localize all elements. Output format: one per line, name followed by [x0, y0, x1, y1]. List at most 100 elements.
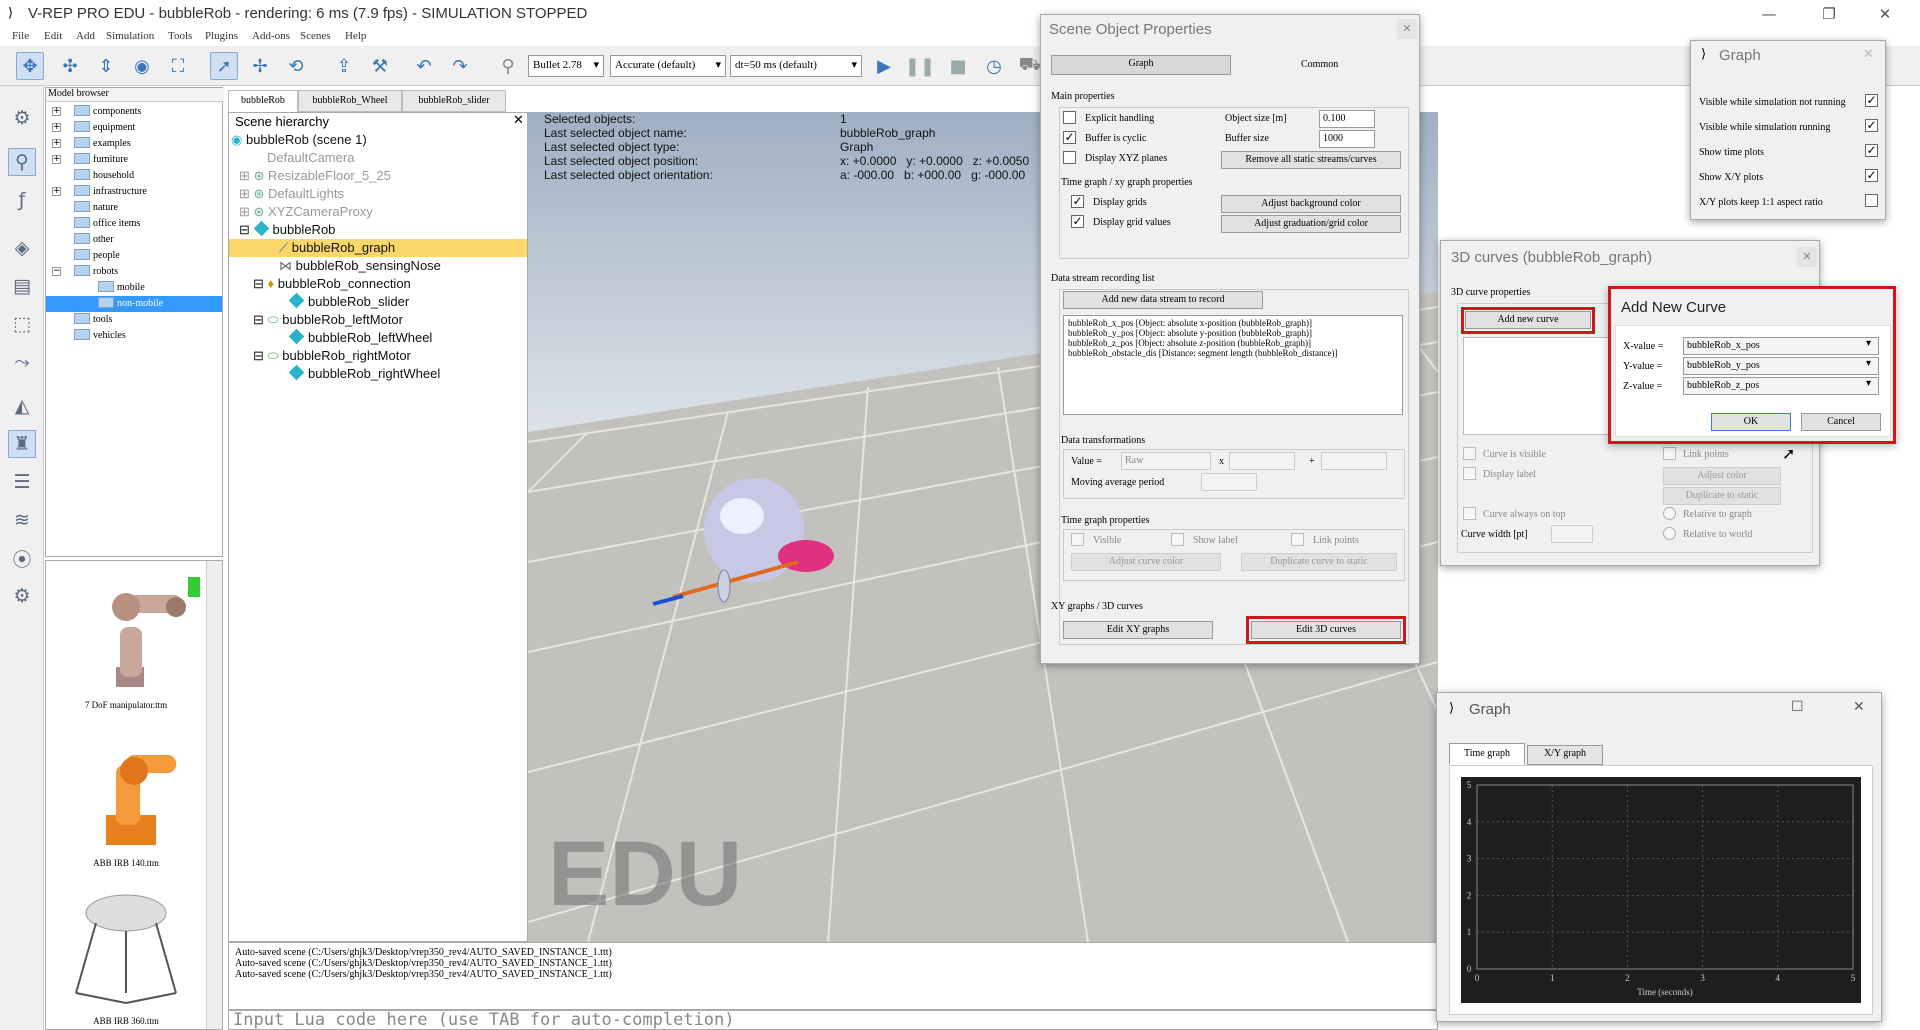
explicit-handling-checkbox[interactable]	[1063, 111, 1076, 124]
ok-button[interactable]: OK	[1711, 413, 1791, 431]
adjust-curve-color-button[interactable]: Adjust curve color	[1071, 553, 1221, 571]
tab-time-graph[interactable]: Time graph	[1449, 743, 1525, 765]
user-settings-icon[interactable]: ⚙	[8, 582, 36, 610]
adjust-graduation-color-button[interactable]: Adjust graduation/grid color	[1221, 215, 1401, 233]
hierarchy-node[interactable]: DefaultCamera	[229, 149, 527, 167]
menu-scenes[interactable]: Scenes	[300, 30, 331, 42]
menu-plugins[interactable]: Plugins	[205, 30, 238, 42]
thumbnail-abb-irb360[interactable]: ABB IRB 360.ttm	[46, 883, 206, 1026]
tree-item-equipment[interactable]: + equipment	[46, 120, 222, 136]
adjust-color-button[interactable]: Adjust color	[1663, 467, 1781, 485]
close-button[interactable]: ✕	[1862, 2, 1908, 26]
maximize-button[interactable]: ❐	[1806, 2, 1852, 26]
video-recorder-icon[interactable]: ⦿	[8, 544, 36, 572]
curve-link-points-checkbox[interactable]	[1663, 447, 1676, 460]
menu-addons[interactable]: Add-ons	[252, 30, 290, 42]
hierarchy-node[interactable]: ◉ bubbleRob (scene 1)	[229, 131, 527, 149]
data-stream-list[interactable]: bubbleRob_x_pos [Object: absolute x-posi…	[1063, 315, 1403, 415]
show-xy-plots-checkbox[interactable]: ✓	[1865, 169, 1878, 182]
show-time-plots-checkbox[interactable]: ✓	[1865, 144, 1878, 157]
shape-edit-icon[interactable]: ⬚	[8, 310, 36, 338]
tree-item-robots[interactable]: − robots	[46, 264, 222, 280]
undo-icon[interactable]: ↶	[410, 52, 438, 80]
accuracy-select[interactable]: Accurate (default)	[610, 55, 726, 77]
close-icon[interactable]: ✕	[1797, 247, 1817, 267]
buffer-cyclic-checkbox[interactable]: ✓	[1063, 131, 1076, 144]
moving-average-input[interactable]	[1201, 473, 1257, 491]
hierarchy-node-selected[interactable]: ⟋ bubbleRob_graph	[229, 239, 527, 257]
list-item[interactable]: bubbleRob_x_pos [Object: absolute x-posi…	[1068, 318, 1398, 328]
link-points-checkbox[interactable]	[1291, 533, 1304, 546]
close-icon[interactable]: ✕	[1853, 699, 1865, 715]
visible-running-checkbox[interactable]: ✓	[1865, 119, 1878, 132]
assemble-icon[interactable]: ⇪	[330, 52, 358, 80]
value-transform-select[interactable]: Raw	[1121, 452, 1211, 470]
display-label-checkbox[interactable]	[1463, 467, 1476, 480]
scene-object-properties-icon[interactable]: ⚲	[8, 148, 36, 176]
lua-command-input[interactable]: Input Lua code here (use TAB for auto-co…	[228, 1010, 1438, 1030]
offset-input[interactable]	[1321, 452, 1387, 470]
hierarchy-node[interactable]: ⊞ ⊛ DefaultLights	[229, 185, 527, 203]
maximize-icon[interactable]: ☐	[1791, 699, 1804, 715]
adjust-background-color-button[interactable]: Adjust background color	[1221, 195, 1401, 213]
tree-item-mobile[interactable]: mobile	[46, 280, 222, 296]
redo-icon[interactable]: ↷	[446, 52, 474, 80]
object-rotate-icon[interactable]: ⟲	[282, 52, 310, 80]
add-data-stream-button[interactable]: Add new data stream to record	[1063, 291, 1263, 309]
object-size-input[interactable]: 0.100	[1319, 110, 1375, 128]
tree-item-non-mobile[interactable]: non-mobile	[46, 296, 222, 312]
rotate-camera-icon[interactable]: ✣	[56, 52, 84, 80]
menu-simulation[interactable]: Simulation	[106, 30, 154, 42]
click-select-icon[interactable]: ➚	[210, 52, 238, 80]
shift-camera-icon[interactable]: ⇕	[92, 52, 120, 80]
hierarchy-node[interactable]: bubbleRob_slider	[229, 292, 527, 311]
buffer-size-input[interactable]: 1000	[1319, 130, 1375, 148]
curve-list[interactable]	[1463, 337, 1623, 435]
path-edit-icon[interactable]: ⤳	[8, 348, 36, 376]
curve-visible-checkbox[interactable]	[1463, 447, 1476, 460]
menu-file[interactable]: File	[12, 30, 29, 42]
duplicate-curve-button[interactable]: Duplicate curve to static	[1241, 553, 1397, 571]
thumbnail-7dof[interactable]: 7 DoF manipulator.ttm	[46, 567, 206, 710]
pause-icon[interactable]: ❚❚	[905, 52, 935, 80]
y-value-select[interactable]: bubbleRob_y_pos	[1683, 357, 1879, 375]
hierarchy-node[interactable]: ⊟ ⬭ bubbleRob_leftMotor	[229, 311, 527, 329]
tree-item-infrastructure[interactable]: + infrastructure	[46, 184, 222, 200]
hierarchy-node[interactable]: bubbleRob_rightWheel	[229, 364, 527, 383]
hierarchy-node[interactable]: ⊟ ♦ bubbleRob_connection	[229, 275, 527, 293]
display-grids-checkbox[interactable]: ✓	[1071, 195, 1084, 208]
thumbnails-scrollbar[interactable]	[206, 561, 222, 1029]
tree-item-vehicles[interactable]: vehicles	[46, 328, 222, 344]
tree-item-people[interactable]: people	[46, 248, 222, 264]
tree-item-tools[interactable]: tools	[46, 312, 222, 328]
layers-icon[interactable]: ≋	[8, 506, 36, 534]
menu-help[interactable]: Help	[345, 30, 366, 42]
duplicate-to-static-button[interactable]: Duplicate to static	[1663, 487, 1781, 505]
menu-add[interactable]: Add	[76, 30, 95, 42]
close-icon[interactable]: ✕	[1863, 47, 1874, 62]
show-label-checkbox[interactable]	[1171, 533, 1184, 546]
cancel-button[interactable]: Cancel	[1801, 413, 1881, 431]
tab-bubblerob-slider[interactable]: bubbleRob_slider	[402, 90, 506, 112]
object-shift-icon[interactable]: ✢	[246, 52, 274, 80]
hierarchy-node[interactable]: ⋈ bubbleRob_sensingNose	[229, 257, 527, 275]
hierarchy-node[interactable]: ⊞ ⊛ ResizableFloor_5_25	[229, 167, 527, 185]
visible-not-running-checkbox[interactable]: ✓	[1865, 94, 1878, 107]
tree-item-office-items[interactable]: office items	[46, 216, 222, 232]
timestep-select[interactable]: dt=50 ms (default)	[730, 55, 862, 77]
hierarchy-node[interactable]: bubbleRob_leftWheel	[229, 328, 527, 347]
curve-on-top-checkbox[interactable]	[1463, 507, 1476, 520]
thumbnail-abb-irb140[interactable]: ABB IRB 140.ttm	[46, 725, 206, 868]
play-icon[interactable]: ▶	[870, 52, 898, 80]
tab-common[interactable]: Common	[1301, 59, 1338, 70]
tree-item-examples[interactable]: + examples	[46, 136, 222, 152]
list-item[interactable]: bubbleRob_y_pos [Object: absolute y-posi…	[1068, 328, 1398, 338]
display-grid-values-checkbox[interactable]: ✓	[1071, 215, 1084, 228]
tree-item-household[interactable]: household	[46, 168, 222, 184]
dynamics-icon[interactable]: ⚲	[494, 52, 522, 80]
collections-icon[interactable]: ◈	[8, 234, 36, 262]
realtime-icon[interactable]: ◷	[980, 52, 1008, 80]
x-value-select[interactable]: bubbleRob_x_pos	[1683, 337, 1879, 355]
selection-icon[interactable]: ◭	[8, 392, 36, 420]
edit-xy-graphs-button[interactable]: Edit XY graphs	[1063, 621, 1213, 639]
